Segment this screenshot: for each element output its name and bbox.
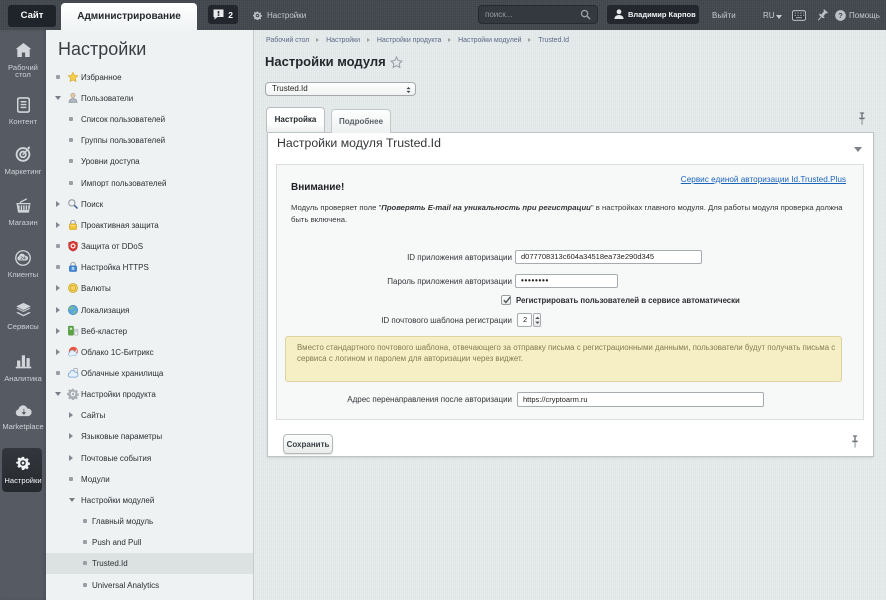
svg-text:24: 24: [20, 256, 26, 262]
svg-text:?: ?: [838, 11, 843, 20]
